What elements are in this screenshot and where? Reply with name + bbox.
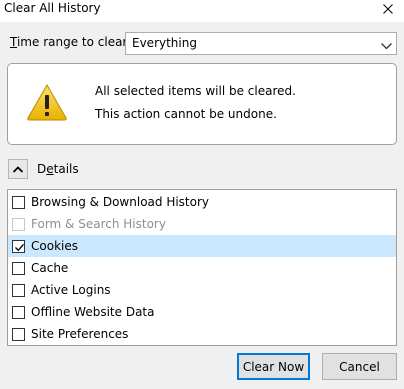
clear-now-button[interactable]: Clear Now xyxy=(237,353,310,380)
checkbox[interactable] xyxy=(12,196,25,209)
details-label-pre: D xyxy=(37,162,47,176)
list-item[interactable]: Cache xyxy=(8,257,396,279)
list-item: Form & Search History xyxy=(8,213,396,235)
time-range-accesskey: T xyxy=(10,35,17,49)
list-item-label: Form & Search History xyxy=(31,217,166,231)
list-item-label: Cache xyxy=(31,261,69,275)
list-item[interactable]: Site Preferences xyxy=(8,323,396,345)
warning-triangle-icon xyxy=(26,83,68,124)
checkmark-icon xyxy=(15,243,24,252)
time-range-label: Time range to clear: xyxy=(10,35,131,49)
list-item[interactable]: Offline Website Data xyxy=(8,301,396,323)
chevron-up-icon xyxy=(12,162,24,176)
checkbox[interactable] xyxy=(12,328,25,341)
list-item[interactable]: Browsing & Download History xyxy=(8,191,396,213)
chevron-down-icon xyxy=(381,39,392,53)
list-item-label: Site Preferences xyxy=(31,327,129,341)
cancel-button[interactable]: Cancel xyxy=(322,353,397,380)
details-label: Details xyxy=(37,162,79,176)
checkbox[interactable] xyxy=(12,240,25,253)
time-range-select[interactable]: Everything xyxy=(125,32,397,55)
details-toggle-button[interactable] xyxy=(8,159,28,179)
checkbox[interactable] xyxy=(12,306,25,319)
list-item-label: Cookies xyxy=(31,239,78,253)
time-range-value: Everything xyxy=(132,36,197,50)
close-button[interactable] xyxy=(378,0,398,20)
close-icon xyxy=(383,3,393,17)
details-accesskey: e xyxy=(46,162,54,176)
clear-history-dialog: Clear All History Time range to clear: E… xyxy=(0,0,404,389)
list-item[interactable]: Active Logins xyxy=(8,279,396,301)
details-label-rest: tails xyxy=(53,162,79,176)
list-item-label: Active Logins xyxy=(31,283,111,297)
time-range-label-rest: ime range to clear: xyxy=(16,35,132,49)
window-title: Clear All History xyxy=(4,1,101,15)
checkbox[interactable] xyxy=(12,284,25,297)
history-items-list: Browsing & Download History Form & Search… xyxy=(7,189,397,346)
list-item-label: Offline Website Data xyxy=(31,305,155,319)
warning-line-2: This action cannot be undone. xyxy=(95,107,277,121)
warning-panel: All selected items will be cleared. This… xyxy=(7,63,397,145)
checkbox[interactable] xyxy=(12,262,25,275)
title-bar: Clear All History xyxy=(0,0,404,22)
list-item[interactable]: Cookies xyxy=(8,235,396,257)
list-item-label: Browsing & Download History xyxy=(31,195,210,209)
checkbox xyxy=(12,218,25,231)
warning-line-1: All selected items will be cleared. xyxy=(95,84,296,98)
